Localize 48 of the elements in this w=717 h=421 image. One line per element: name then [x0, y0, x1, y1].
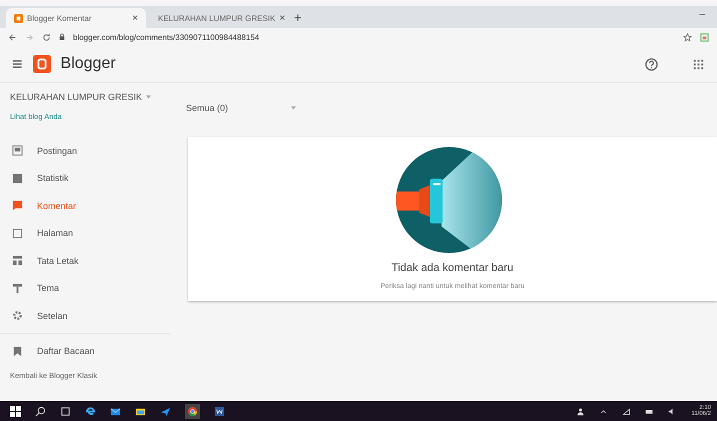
empty-state-title: Tidak ada komentar baru	[392, 262, 514, 274]
tab-close-button[interactable]: ×	[132, 12, 138, 24]
tab-close-button[interactable]: ×	[279, 12, 286, 24]
browser-tab[interactable]: KELURAHAN LUMPUR GRESIK ×	[146, 8, 286, 28]
settings-icon	[12, 310, 23, 322]
app-title: Blogger	[60, 55, 116, 73]
bookmark-icon	[12, 346, 23, 357]
edge-browser-icon[interactable]	[85, 406, 96, 416]
sidebar-item[interactable]: Statistik	[0, 164, 170, 192]
blogger-logo-icon	[14, 14, 23, 22]
back-icon[interactable]	[8, 32, 17, 42]
blog-selector[interactable]: KELURAHAN LUMPUR GRESIK	[0, 92, 170, 102]
help-icon[interactable]	[645, 58, 658, 70]
reload-icon[interactable]	[42, 32, 51, 42]
document-icon	[12, 145, 23, 156]
minimize-button[interactable]: –	[687, 9, 717, 28]
caret-icon	[146, 95, 152, 99]
extension-icon[interactable]	[700, 32, 709, 42]
filter-dropdown[interactable]: Semua (0)	[186, 103, 296, 113]
comment-icon	[12, 200, 23, 212]
word-icon[interactable]	[214, 406, 225, 416]
url-field[interactable]: blogger.com/blog/comments/3309071100984488154	[73, 32, 260, 42]
flashlight-illustration-icon	[396, 147, 502, 253]
layout-icon	[12, 255, 23, 266]
sidebar-item[interactable]: Halaman	[0, 220, 170, 247]
sidebar-item[interactable]: Postingan	[0, 137, 170, 164]
network-icon[interactable]	[622, 406, 632, 416]
star-icon[interactable]	[683, 32, 692, 42]
person-icon[interactable]	[576, 406, 586, 416]
tab-title: Blogger Komentar	[27, 14, 92, 22]
blogger-logo-icon	[32, 55, 51, 73]
sidebar-item[interactable]: Tata Letak	[0, 247, 170, 274]
chrome-browser-icon[interactable]	[185, 404, 200, 418]
page-icon	[12, 228, 23, 239]
caret-icon	[291, 106, 296, 110]
browser-tab[interactable]: Blogger Komentar ×	[6, 8, 146, 28]
windows-start-icon[interactable]	[10, 406, 21, 416]
sidebar-item[interactable]: Setelan	[0, 302, 170, 330]
menu-button[interactable]: ≡	[12, 54, 23, 74]
task-view-icon[interactable]	[60, 406, 71, 416]
sidebar-item[interactable]: Tema	[0, 274, 170, 302]
lock-icon	[59, 33, 65, 41]
new-tab-button[interactable]: +	[286, 10, 310, 28]
mail-icon[interactable]	[110, 406, 121, 416]
apps-grid-icon[interactable]	[692, 58, 705, 70]
tab-title: KELURAHAN LUMPUR GRESIK	[158, 14, 276, 22]
search-icon[interactable]	[35, 406, 46, 416]
reading-list-item[interactable]: Daftar Bacaan	[0, 338, 170, 365]
